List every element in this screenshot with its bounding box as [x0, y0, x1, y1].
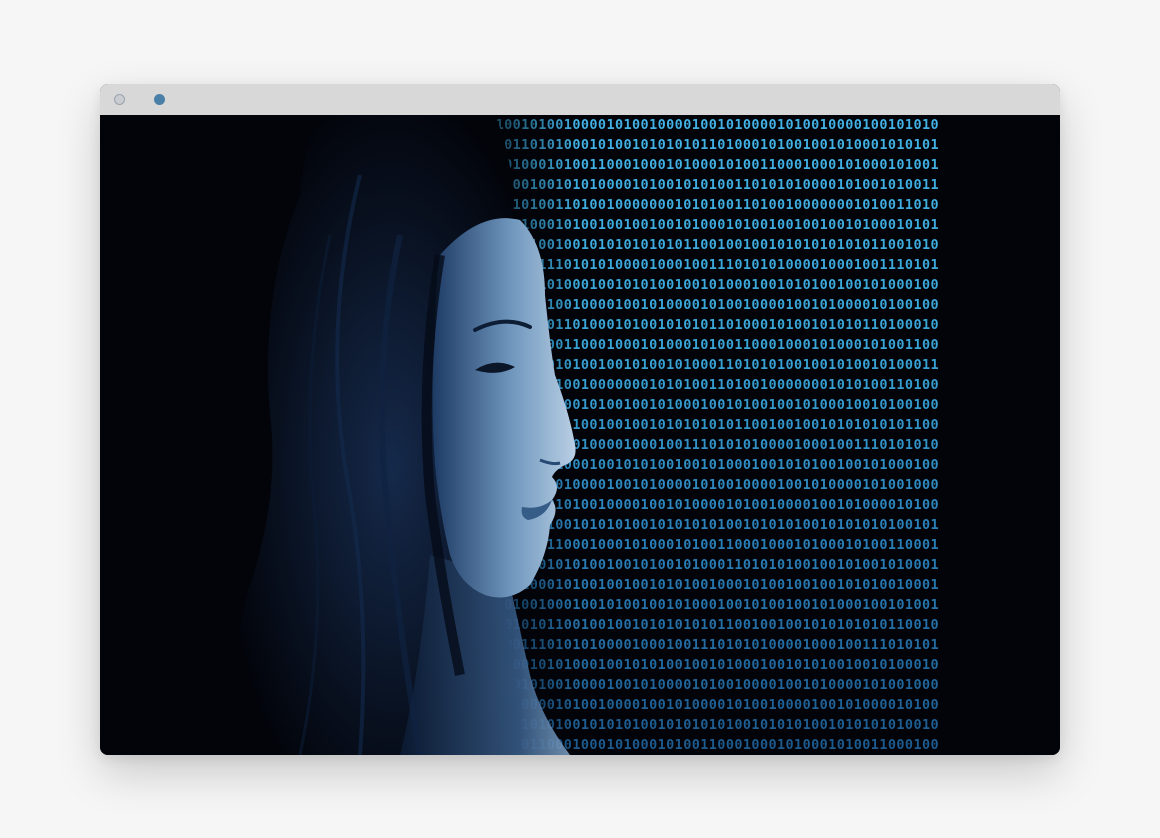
browser-window: 1001001010010000101001000010010100001010… — [100, 84, 1060, 755]
window-title-bar — [100, 84, 1060, 115]
woman-profile-image — [235, 115, 576, 755]
image-viewport: 1001001010010000101001000010010100001010… — [100, 115, 1060, 755]
window-control-dot-2[interactable] — [154, 94, 165, 105]
window-control-dot-1[interactable] — [114, 94, 125, 105]
face-shape — [432, 218, 576, 598]
